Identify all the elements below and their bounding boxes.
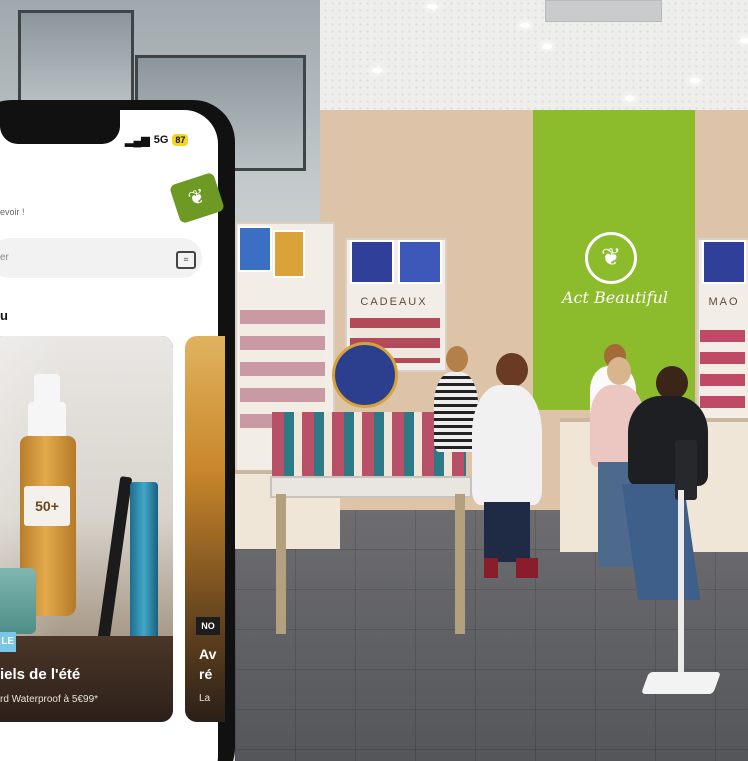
shopper-head xyxy=(607,357,631,385)
shopper-head xyxy=(656,366,688,400)
ceiling-light xyxy=(740,38,748,43)
brand-script: Act Beautiful xyxy=(562,288,668,307)
search-input[interactable] xyxy=(0,238,202,278)
bottle-label: 50+ xyxy=(24,486,70,526)
sign-maquillage: MAO xyxy=(708,296,740,308)
ceiling-light xyxy=(690,78,700,83)
table-leg xyxy=(276,494,286,634)
display-round-sign xyxy=(332,342,398,408)
ceiling-light xyxy=(542,44,552,49)
shelf-poster xyxy=(702,240,746,284)
shopper-head xyxy=(446,346,468,372)
shopper-boot xyxy=(516,558,538,578)
shopper-legs xyxy=(484,502,530,562)
ceiling-vent xyxy=(545,0,662,22)
promo-title: iels de l'été xyxy=(0,666,81,683)
promo-subtitle: La xyxy=(199,693,211,704)
promo-title: Av ré xyxy=(199,646,217,682)
shopper-head xyxy=(496,353,528,387)
shopper xyxy=(472,385,542,505)
promo-subtitle: rd Waterproof à 5€99* xyxy=(0,694,99,705)
kiosk-base xyxy=(640,672,722,694)
mascara-tube xyxy=(130,482,158,644)
display-table xyxy=(270,476,472,498)
sign-cadeaux: CADEAUX xyxy=(360,296,428,308)
shopper-boot xyxy=(484,558,498,578)
shelf-poster xyxy=(273,230,305,278)
status-bar: ▂▄▆ 5G 87 xyxy=(125,132,205,148)
promo-card[interactable]: 50+ xyxy=(0,336,173,722)
ceiling-light xyxy=(520,23,530,28)
brand-leaf-icon: ❦ xyxy=(585,232,637,284)
search-placeholder: er xyxy=(0,252,9,263)
photo-scene: ❦ Act Beautiful CADEAUX MAO ▂▄▆ 5G 87 ❦ … xyxy=(0,0,748,761)
cream-jar xyxy=(0,568,36,634)
phone-notch xyxy=(0,110,120,144)
promo-tag: LE xyxy=(0,632,16,652)
shelf-poster xyxy=(238,226,272,272)
shelf-poster xyxy=(350,240,394,284)
kiosk-pole xyxy=(678,490,684,680)
promo-tag: NO xyxy=(196,617,220,635)
shelf-poster xyxy=(398,240,442,284)
greeting-text: evoir ! xyxy=(0,207,25,217)
ceiling-light xyxy=(427,4,437,9)
window-pane xyxy=(18,10,134,106)
network-label: 5G xyxy=(153,134,169,146)
spray-cap xyxy=(34,374,60,404)
spray-head xyxy=(28,402,66,438)
signal-icon: ▂▄▆ xyxy=(125,134,150,147)
table-leg xyxy=(455,494,465,634)
ceiling-light xyxy=(625,96,635,101)
scan-icon[interactable]: ⌗ xyxy=(176,251,196,269)
section-title: u xyxy=(0,308,8,323)
ceiling-light xyxy=(372,68,382,73)
battery-level: 87 xyxy=(172,134,189,146)
